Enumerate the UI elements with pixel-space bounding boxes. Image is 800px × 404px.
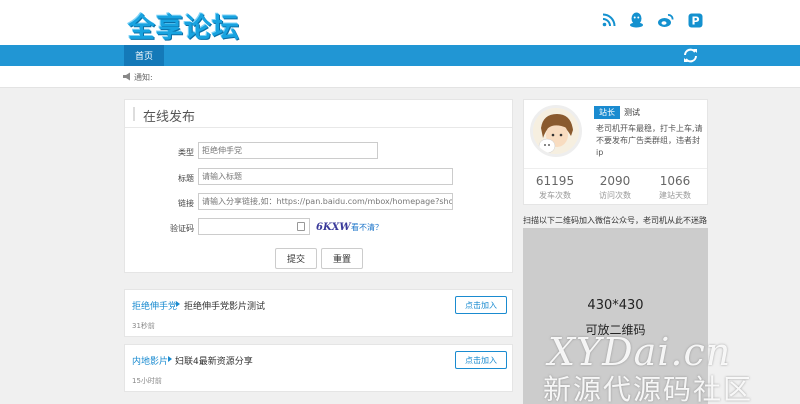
submit-button[interactable]: 提交 bbox=[275, 248, 317, 269]
stat-value: 61195 bbox=[535, 174, 575, 188]
qr-size-text: 430*430 bbox=[587, 298, 644, 313]
stat-label: 访问次数 bbox=[599, 191, 631, 200]
svg-text:P: P bbox=[691, 14, 699, 27]
post-category[interactable]: 拒绝伸手党 bbox=[132, 299, 177, 312]
type-select[interactable]: 拒绝伸手党 bbox=[198, 142, 378, 159]
site-header: 全享论坛 P bbox=[0, 0, 800, 45]
stat-value: 1066 bbox=[659, 174, 691, 188]
title-input[interactable]: 请输入标题 bbox=[198, 168, 453, 185]
pinterest-icon[interactable]: P bbox=[686, 11, 704, 29]
profile-stats: 61195 发车次数 2090 访问次数 1066 建站天数 bbox=[524, 168, 707, 204]
post-title[interactable]: 拒绝伸手党影片测试 bbox=[184, 299, 265, 312]
role-badge: 站长 bbox=[594, 106, 620, 119]
arrow-right-icon bbox=[176, 301, 180, 307]
list-item: 拒绝伸手党 拒绝伸手党影片测试 31秒前 点击加入 bbox=[124, 289, 513, 337]
post-title[interactable]: 妇联4最新资源分享 bbox=[175, 354, 253, 367]
notice-bar: 通知: bbox=[0, 66, 800, 88]
link-input[interactable]: 请输入分享链接,如：https://pan.baidu.com/mbox/hom… bbox=[198, 193, 453, 210]
username[interactable]: 测试 bbox=[624, 107, 640, 118]
refresh-icon[interactable] bbox=[682, 47, 699, 64]
captcha-image[interactable]: 6KXW bbox=[316, 222, 351, 234]
nav-item-home[interactable]: 首页 bbox=[124, 45, 164, 66]
keyboard-icon bbox=[297, 222, 305, 231]
captcha-input[interactable] bbox=[198, 218, 310, 235]
form-title: 在线发布 bbox=[143, 110, 196, 125]
title-label: 标题 bbox=[178, 174, 194, 183]
list-item: 内地影片 妇联4最新资源分享 15小时前 点击加入 bbox=[124, 344, 513, 392]
captcha-refresh-link[interactable]: 看不清？ bbox=[351, 222, 383, 233]
arrow-right-icon bbox=[168, 356, 172, 362]
stat-value: 2090 bbox=[599, 174, 631, 188]
site-logo[interactable]: 全享论坛 bbox=[128, 6, 240, 45]
avatar[interactable] bbox=[530, 105, 582, 157]
title-accent bbox=[133, 107, 135, 121]
captcha-label: 验证码 bbox=[170, 224, 194, 233]
join-button[interactable]: 点击加入 bbox=[455, 296, 507, 314]
weibo-icon[interactable] bbox=[656, 11, 674, 29]
qq-icon[interactable] bbox=[627, 11, 645, 29]
profile-card: 站长 测试 老司机开车最稳，打卡上车,请不要发布广告类群组，违者封ip 6119… bbox=[523, 99, 708, 205]
reset-button[interactable]: 重置 bbox=[321, 248, 363, 269]
link-label: 链接 bbox=[178, 199, 194, 208]
post-time: 15小时前 bbox=[132, 377, 162, 385]
join-button[interactable]: 点击加入 bbox=[455, 351, 507, 369]
post-time: 31秒前 bbox=[132, 322, 155, 330]
publish-form: 在线发布 类型 拒绝伸手党 标题 请输入标题 链接 请输入分享链接,如：http… bbox=[124, 99, 513, 273]
megaphone-icon bbox=[123, 72, 132, 81]
rss-icon[interactable] bbox=[600, 11, 618, 29]
stat-trips: 61195 发车次数 bbox=[525, 174, 585, 201]
form-header: 在线发布 bbox=[125, 100, 512, 128]
post-category[interactable]: 内地影片 bbox=[132, 354, 168, 367]
stat-label: 发车次数 bbox=[539, 191, 571, 200]
qr-caption: 扫描以下二维码加入微信公众号，老司机从此不迷路 bbox=[523, 216, 707, 225]
notice-label: 通知: bbox=[134, 73, 153, 82]
type-label: 类型 bbox=[178, 148, 194, 157]
stat-days: 1066 建站天数 bbox=[645, 174, 705, 201]
watermark-text: 新源代源码社区 bbox=[543, 373, 754, 404]
main-nav: 首页 bbox=[0, 45, 800, 66]
profile-bio: 老司机开车最稳，打卡上车,请不要发布广告类群组，违者封ip bbox=[596, 124, 703, 157]
stat-visits: 2090 访问次数 bbox=[585, 174, 645, 201]
stat-label: 建站天数 bbox=[659, 191, 691, 200]
